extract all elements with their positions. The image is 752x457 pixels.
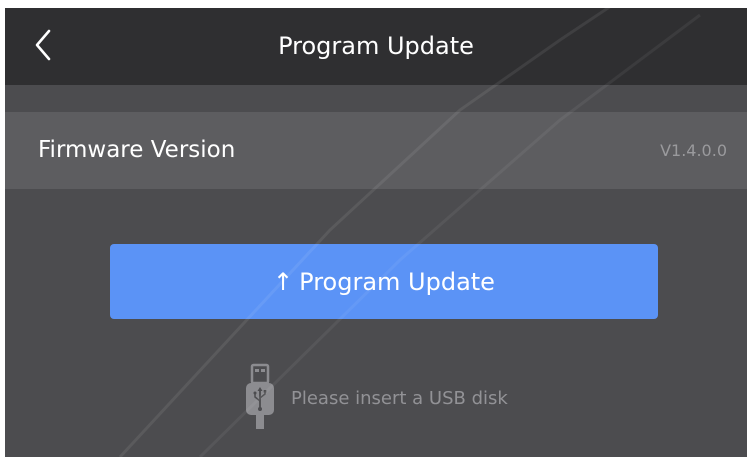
page-title: Program Update xyxy=(278,32,474,60)
firmware-version-value: V1.4.0.0 xyxy=(660,141,727,160)
usb-drive-icon xyxy=(243,363,277,433)
program-update-button[interactable]: ↑ Program Update xyxy=(110,244,658,319)
firmware-version-row: Firmware Version V1.4.0.0 xyxy=(5,112,747,189)
back-button[interactable] xyxy=(21,23,65,67)
program-update-button-label: Program Update xyxy=(299,267,495,296)
usb-hint-text: Please insert a USB disk xyxy=(291,387,508,409)
program-update-screen: Program Update Firmware Version V1.4.0.0… xyxy=(5,8,747,457)
usb-hint: Please insert a USB disk xyxy=(243,363,508,433)
arrow-up-icon: ↑ xyxy=(273,267,294,296)
title-bar: Program Update xyxy=(5,8,747,85)
chevron-left-icon xyxy=(35,29,51,61)
firmware-version-label: Firmware Version xyxy=(38,137,236,163)
